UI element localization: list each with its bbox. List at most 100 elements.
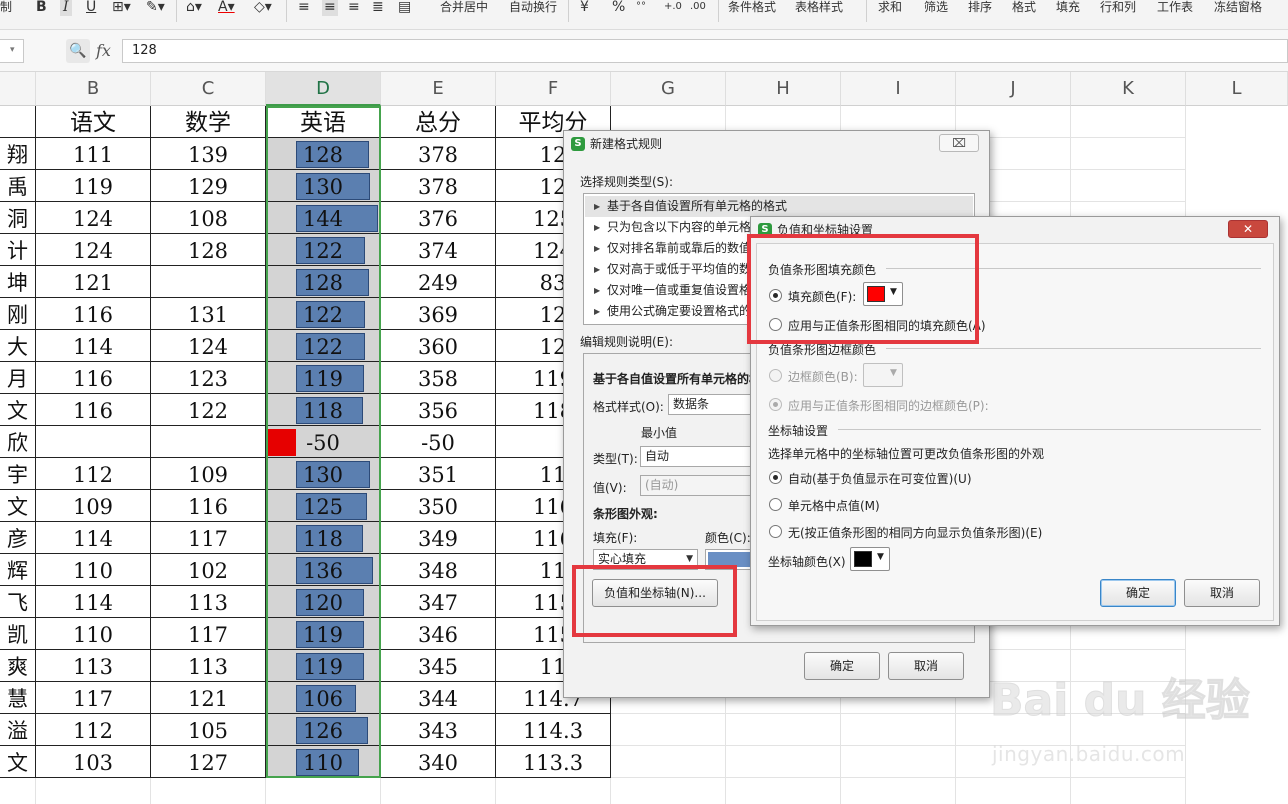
close-button[interactable]: ⌧: [939, 134, 979, 152]
table-cell[interactable]: 130: [266, 170, 381, 202]
table-cell[interactable]: 378: [381, 138, 496, 170]
name-box[interactable]: ▾: [0, 39, 24, 63]
table-cell[interactable]: 348: [381, 554, 496, 586]
table-cell[interactable]: 110: [266, 746, 381, 778]
sort-button[interactable]: 排序: [968, 0, 992, 18]
table-cell[interactable]: -50: [266, 426, 381, 458]
axis-auto-radio[interactable]: [769, 471, 782, 484]
table-cell[interactable]: 345: [381, 650, 496, 682]
name-cell[interactable]: 欣: [0, 426, 36, 458]
align-left-icon[interactable]: ≡: [298, 0, 310, 16]
table-cell[interactable]: 378: [381, 170, 496, 202]
empty-cell[interactable]: [1071, 682, 1186, 714]
table-cell[interactable]: 109: [151, 458, 266, 490]
empty-cell[interactable]: [266, 778, 381, 804]
column-header-g[interactable]: G: [611, 72, 726, 106]
table-cell[interactable]: 120: [266, 586, 381, 618]
table-cell[interactable]: 110: [36, 554, 151, 586]
table-cell[interactable]: 347: [381, 586, 496, 618]
fill-type-select[interactable]: 实心填充 ▼: [593, 549, 698, 570]
column-header-d[interactable]: D: [266, 72, 381, 106]
table-cell[interactable]: 114: [36, 522, 151, 554]
negative-fill-color-picker[interactable]: ▼: [863, 282, 903, 306]
table-cell[interactable]: 116: [151, 490, 266, 522]
name-cell[interactable]: 文: [0, 394, 36, 426]
table-cell[interactable]: 113: [151, 586, 266, 618]
worksheet-button[interactable]: 工作表: [1157, 0, 1193, 18]
empty-cell[interactable]: [1071, 778, 1186, 804]
empty-cell[interactable]: [956, 714, 1071, 746]
table-cell[interactable]: 369: [381, 298, 496, 330]
name-cell[interactable]: 大: [0, 330, 36, 362]
table-cell[interactable]: 118: [266, 394, 381, 426]
empty-cell[interactable]: [956, 746, 1071, 778]
name-cell[interactable]: 彦: [0, 522, 36, 554]
empty-cell[interactable]: [1071, 746, 1186, 778]
conditional-format-button[interactable]: 条件格式: [728, 0, 776, 18]
table-cell[interactable]: 356: [381, 394, 496, 426]
name-cell[interactable]: 洞: [0, 202, 36, 234]
table-cell[interactable]: 122: [151, 394, 266, 426]
table-cell[interactable]: 129: [151, 170, 266, 202]
same-fill-radio[interactable]: [769, 318, 782, 331]
table-cell[interactable]: 376: [381, 202, 496, 234]
table-cell[interactable]: 118: [266, 522, 381, 554]
same-border-radio[interactable]: [769, 398, 782, 411]
table-cell[interactable]: 124: [36, 202, 151, 234]
increase-decimal-icon[interactable]: +.0: [664, 0, 682, 16]
ok-button[interactable]: 确定: [804, 652, 880, 680]
table-cell[interactable]: 360: [381, 330, 496, 362]
table-cell[interactable]: 358: [381, 362, 496, 394]
table-cell[interactable]: 110: [36, 618, 151, 650]
empty-cell[interactable]: [1071, 650, 1186, 682]
merge-center-button[interactable]: 合并居中: [440, 0, 488, 18]
empty-cell[interactable]: [726, 778, 841, 804]
percent-icon[interactable]: %: [612, 0, 625, 16]
table-cell[interactable]: 108: [151, 202, 266, 234]
underline-icon[interactable]: U: [86, 0, 96, 16]
clear-format-icon[interactable]: ✎▾: [146, 0, 165, 16]
table-cell[interactable]: 113.3: [496, 746, 611, 778]
table-cell[interactable]: 102: [151, 554, 266, 586]
name-cell[interactable]: 计: [0, 234, 36, 266]
table-cell[interactable]: 103: [36, 746, 151, 778]
table-cell[interactable]: 130: [266, 458, 381, 490]
table-cell[interactable]: 112: [36, 458, 151, 490]
indent-icon[interactable]: ▤: [398, 0, 411, 16]
empty-cell[interactable]: [841, 778, 956, 804]
table-cell[interactable]: 128: [266, 138, 381, 170]
empty-cell[interactable]: [381, 778, 496, 804]
fill-color-radio[interactable]: [769, 289, 782, 302]
name-cell[interactable]: 辉: [0, 554, 36, 586]
empty-cell[interactable]: [841, 714, 956, 746]
align-right-icon[interactable]: ≡: [348, 0, 360, 16]
empty-cell[interactable]: [726, 746, 841, 778]
border-color-radio[interactable]: [769, 369, 782, 382]
empty-cell[interactable]: [611, 746, 726, 778]
empty-cell[interactable]: [726, 714, 841, 746]
table-cell[interactable]: 122: [266, 234, 381, 266]
ribbon-partial-label[interactable]: 制: [0, 0, 12, 18]
name-cell[interactable]: 宇: [0, 458, 36, 490]
cancel-button[interactable]: 取消: [1184, 579, 1260, 607]
empty-cell[interactable]: [1071, 714, 1186, 746]
axis-color-picker[interactable]: ▼: [850, 547, 890, 571]
table-cell[interactable]: 127: [151, 746, 266, 778]
decrease-decimal-icon[interactable]: .00: [690, 0, 706, 16]
close-button[interactable]: ✕: [1228, 220, 1268, 238]
table-cell[interactable]: [151, 426, 266, 458]
column-header-k[interactable]: K: [1071, 72, 1186, 106]
table-cell[interactable]: 351: [381, 458, 496, 490]
column-header-e[interactable]: E: [381, 72, 496, 106]
table-cell[interactable]: 343: [381, 714, 496, 746]
table-cell[interactable]: 126: [266, 714, 381, 746]
name-cell[interactable]: 翔: [0, 138, 36, 170]
table-cell[interactable]: 113: [36, 650, 151, 682]
header-cell-blank[interactable]: [0, 106, 36, 138]
table-cell[interactable]: 117: [151, 618, 266, 650]
table-cell[interactable]: 349: [381, 522, 496, 554]
table-cell[interactable]: 106: [266, 682, 381, 714]
currency-icon[interactable]: ¥: [580, 0, 589, 16]
column-header-a[interactable]: [0, 72, 36, 106]
freeze-panes-button[interactable]: 冻结窗格: [1214, 0, 1262, 18]
